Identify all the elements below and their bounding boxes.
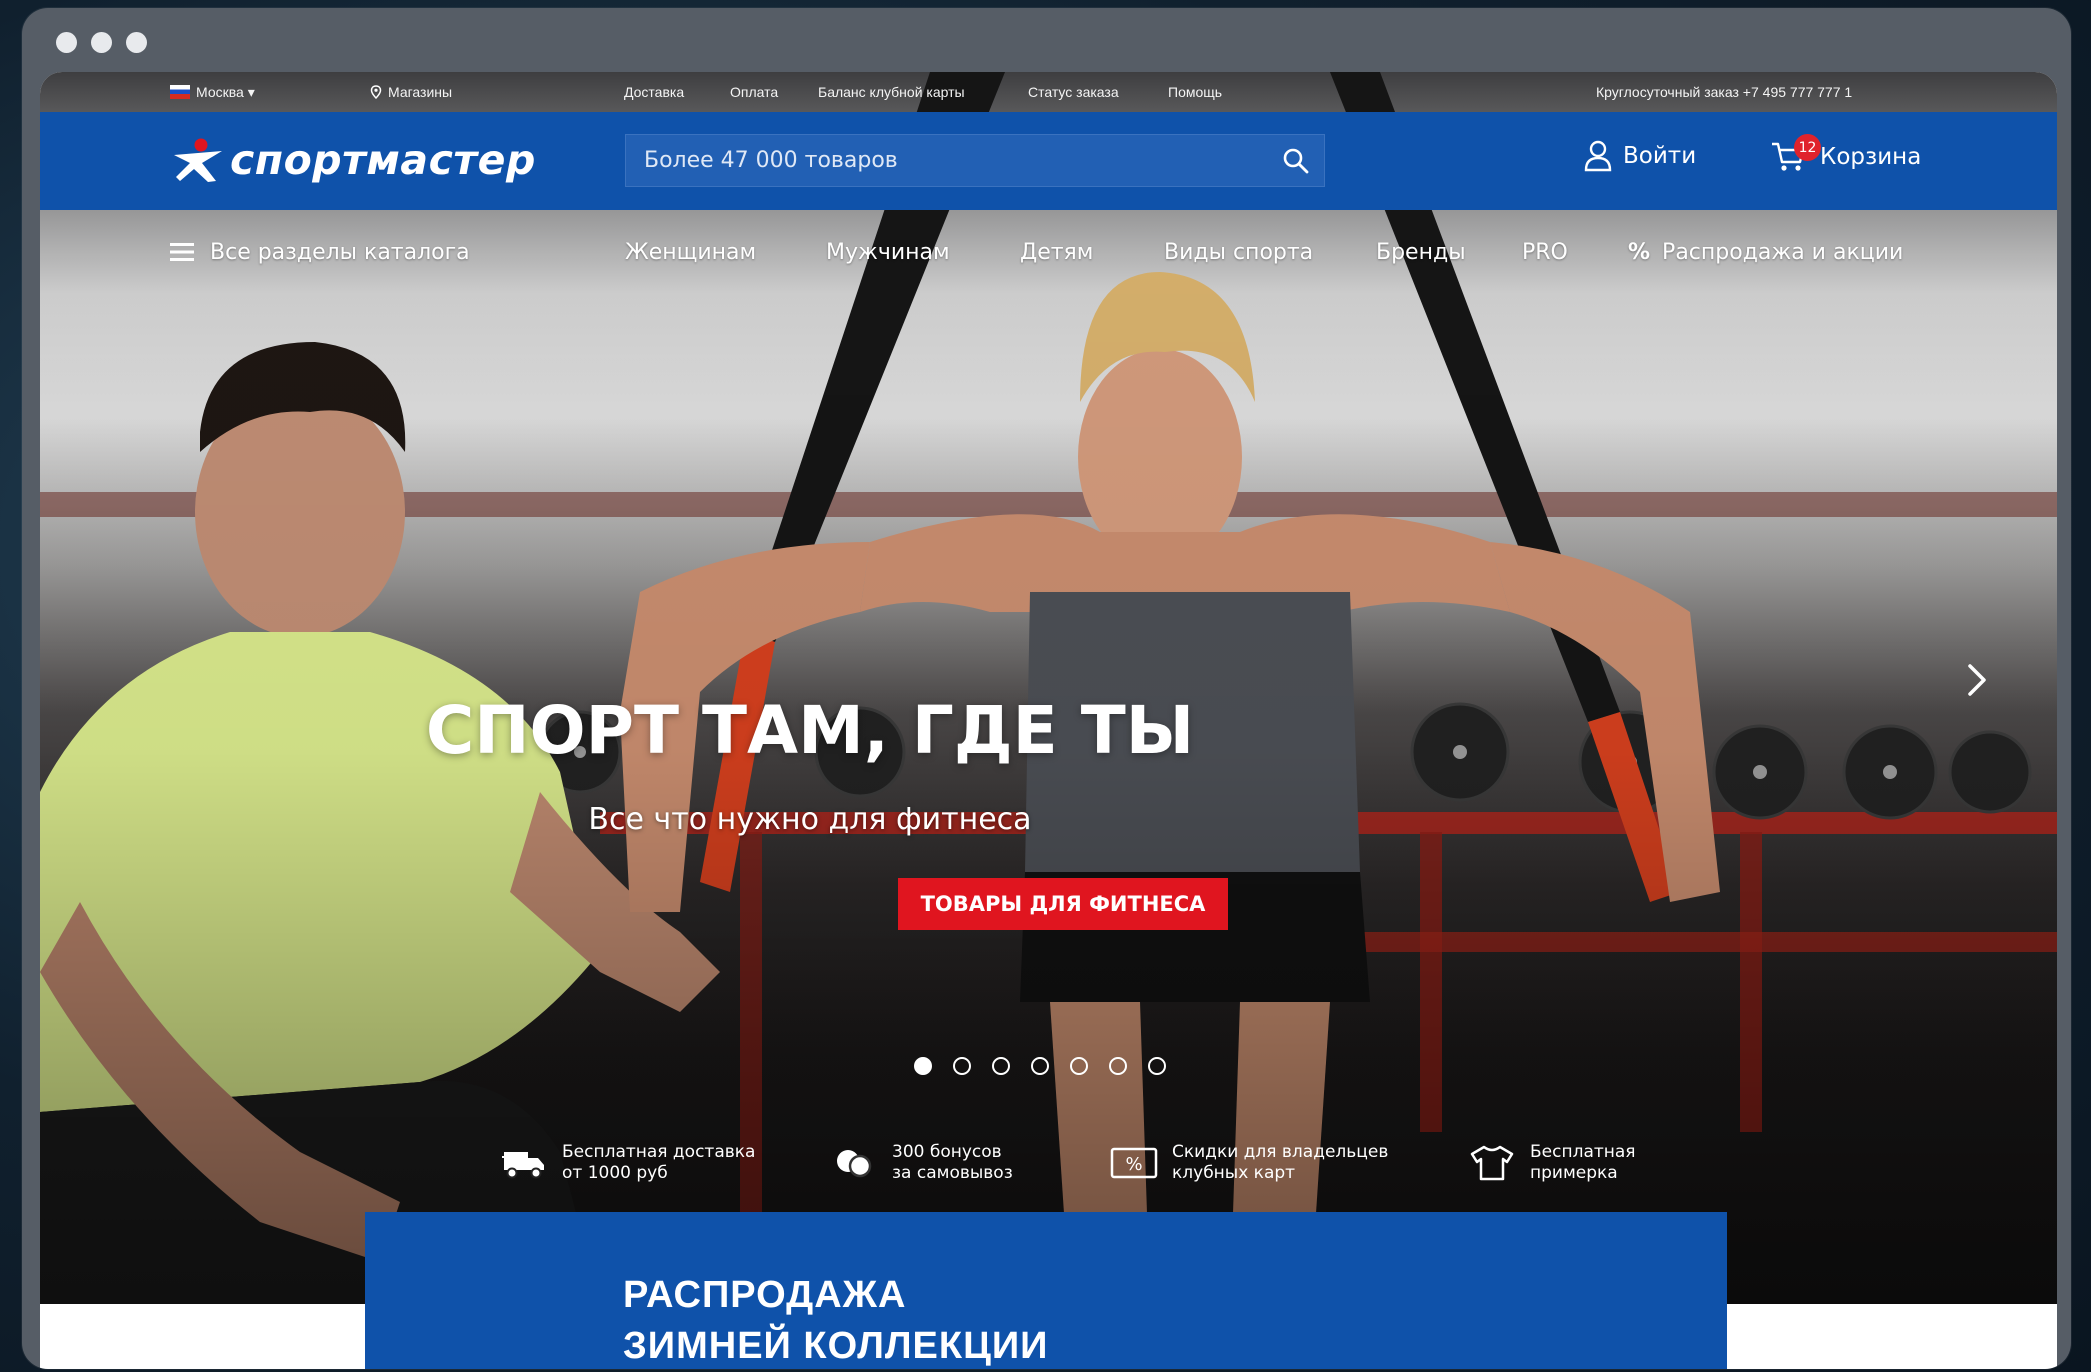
topbar-link-order-status[interactable]: Статус заказа [1028, 84, 1119, 100]
truck-icon [500, 1143, 548, 1183]
slide-dot-5[interactable] [1070, 1057, 1088, 1075]
cart-label: Корзина [1820, 144, 1922, 170]
phone-order-link[interactable]: Круглосуточный заказ +7 495 777 777 1 [1596, 84, 1852, 100]
feature-bonus-pickup: 300 бонусов за самовывоз [830, 1142, 1013, 1184]
feature-line-2: за самовывоз [892, 1163, 1013, 1183]
main-header: спортмастер Войти 12 Корзина [40, 112, 2057, 210]
feature-line-1: Скидки для владельцев [1172, 1142, 1389, 1162]
nav-item-brands[interactable]: Бренды [1376, 240, 1466, 265]
search-input[interactable] [626, 148, 1268, 173]
login-button[interactable]: Войти [1583, 140, 1696, 172]
user-icon [1584, 140, 1612, 172]
webpage: Москва ▾ Магазины Доставка Оплата Баланс… [40, 72, 2057, 1369]
nav-item-men[interactable]: Мужчинам [826, 240, 950, 265]
slide-dot-3[interactable] [992, 1057, 1010, 1075]
maximize-window-button[interactable] [126, 32, 147, 53]
nav-item-pro[interactable]: PRO [1522, 240, 1568, 265]
location-pin-icon [370, 85, 382, 99]
catalog-menu-button[interactable]: Все разделы каталога [170, 240, 470, 265]
russia-flag-icon [170, 85, 190, 99]
fitness-products-button[interactable]: ТОВАРЫ ДЛЯ ФИТНЕСА [898, 878, 1228, 930]
logo-text: спортмастер [230, 136, 536, 184]
logo[interactable]: спортмастер [172, 134, 536, 186]
city-selector[interactable]: Москва ▾ [170, 84, 255, 101]
coins-icon [830, 1143, 878, 1183]
hero-subline: Все что нужно для фитнеса [588, 802, 1032, 837]
search-button[interactable] [1268, 134, 1324, 187]
cart-button[interactable]: 12 Корзина [1770, 134, 1922, 174]
sportsman-logo-icon [174, 138, 222, 182]
minimize-window-button[interactable] [91, 32, 112, 53]
tshirt-icon [1468, 1143, 1516, 1183]
feature-line-1: 300 бонусов [892, 1142, 1002, 1162]
hero-headline: СПОРТ ТАМ, ГДЕ ТЫ [425, 692, 1195, 769]
sale-label: Распродажа и акции [1662, 240, 1904, 265]
feature-club-card-discounts: % Скидки для владельцев клубных карт [1110, 1142, 1388, 1184]
search-icon [1283, 148, 1309, 173]
feature-line-2: от 1000 руб [562, 1163, 668, 1183]
topbar-link-help[interactable]: Помощь [1168, 84, 1222, 100]
feature-free-fitting: Бесплатная примерка [1468, 1142, 1636, 1184]
search-bar [625, 134, 1325, 187]
topbar-link-payment[interactable]: Оплата [730, 84, 778, 100]
slide-dot-6[interactable] [1109, 1057, 1127, 1075]
cart-count-badge: 12 [1794, 134, 1821, 161]
nav-item-women[interactable]: Женщинам [625, 240, 756, 265]
slide-dot-1[interactable] [914, 1057, 932, 1075]
next-slide-arrow-icon[interactable] [1962, 660, 1992, 700]
svg-text:%: % [1125, 1154, 1142, 1175]
feature-free-delivery: Бесплатная доставка от 1000 руб [500, 1142, 755, 1184]
feature-line-2: клубных карт [1172, 1163, 1296, 1183]
feature-line-1: Бесплатная [1530, 1142, 1636, 1162]
caret-down-icon: ▾ [247, 84, 255, 100]
slide-pagination [914, 1057, 1166, 1075]
slide-dot-4[interactable] [1031, 1057, 1049, 1075]
stores-label: Магазины [388, 84, 453, 100]
feature-line-2: примерка [1530, 1163, 1618, 1183]
slide-dot-7[interactable] [1148, 1057, 1166, 1075]
city-label: Москва [196, 84, 244, 100]
banner-line-2: ЗИМНЕЙ КОЛЛЕКЦИИ [623, 1325, 1049, 1367]
catalog-label: Все разделы каталога [210, 240, 470, 265]
topbar-link-delivery[interactable]: Доставка [624, 84, 684, 100]
slide-dot-2[interactable] [953, 1057, 971, 1075]
winter-sale-title: РАСПРОДАЖА ЗИМНЕЙ КОЛЛЕКЦИИ [623, 1270, 1048, 1369]
nav-item-sale[interactable]: % Распродажа и акции [1628, 240, 1903, 265]
nav-item-sports[interactable]: Виды спорта [1164, 240, 1313, 265]
percent-icon: % [1628, 240, 1651, 265]
discount-card-icon: % [1110, 1143, 1158, 1183]
feature-line-1: Бесплатная доставка [562, 1142, 756, 1162]
nav-item-kids[interactable]: Детям [1020, 240, 1093, 265]
category-nav: Все разделы каталога Женщинам Мужчинам Д… [40, 232, 2057, 276]
hamburger-menu-icon [170, 243, 194, 261]
login-label: Войти [1623, 143, 1697, 169]
winter-sale-banner[interactable]: РАСПРОДАЖА ЗИМНЕЙ КОЛЛЕКЦИИ [365, 1212, 1727, 1369]
topbar-link-club-card-balance[interactable]: Баланс клубной карты [818, 84, 965, 100]
banner-line-1: РАСПРОДАЖА [623, 1274, 907, 1316]
browser-window: Москва ▾ Магазины Доставка Оплата Баланс… [22, 8, 2071, 1369]
top-utility-bar: Москва ▾ Магазины Доставка Оплата Баланс… [40, 72, 2057, 112]
stores-link[interactable]: Магазины [370, 84, 452, 100]
window-controls [56, 32, 147, 53]
close-window-button[interactable] [56, 32, 77, 53]
